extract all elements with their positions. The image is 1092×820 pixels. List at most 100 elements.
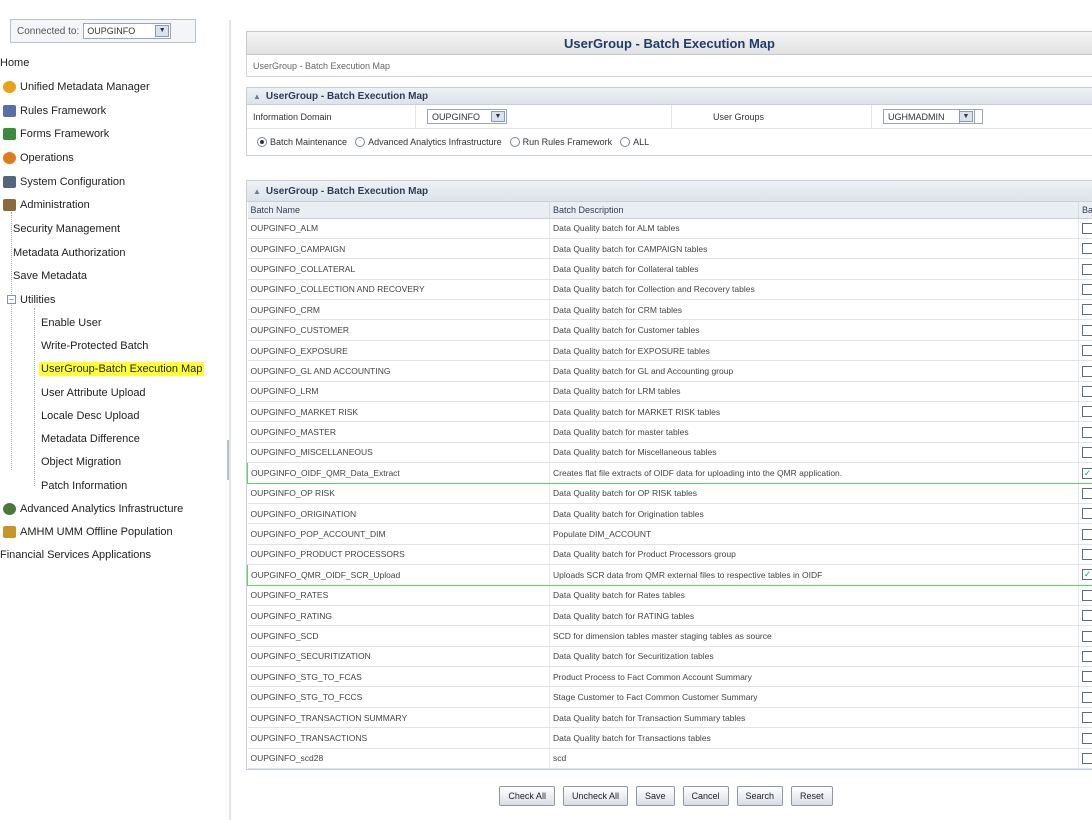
checkbox[interactable] [1082, 447, 1092, 459]
checkbox[interactable] [1082, 283, 1092, 295]
user-groups-dropdown[interactable]: ▼ [959, 109, 975, 124]
sidebar-item-patch-information[interactable]: Patch Information [41, 474, 269, 497]
sidebar-item-utilities[interactable]: − Utilities [7, 288, 235, 311]
column-header-bat[interactable]: Bat [1078, 202, 1092, 219]
table-row[interactable]: OUPGINFO_STG_TO_FCAS Product Process to F… [247, 666, 1092, 688]
checkbox[interactable] [1082, 222, 1092, 234]
sidebar-item-user-attribute-upload[interactable]: User Attribute Upload [41, 381, 269, 404]
table-row[interactable]: OUPGINFO_PRODUCT PROCESSORS Data Quality … [247, 544, 1092, 566]
table-row[interactable]: OUPGINFO_CUSTOMER Data Quality batch for … [247, 319, 1092, 341]
sidebar-item-forms-framework[interactable]: Forms Framework [3, 122, 231, 145]
table-row[interactable]: OUPGINFO_OP RISK Data Quality batch for O… [247, 483, 1092, 504]
sidebar-item-metadata-authorization[interactable]: Metadata Authorization [13, 241, 241, 264]
check-all-button[interactable]: Check All [499, 786, 555, 806]
cancel-button[interactable]: Cancel [682, 786, 729, 806]
table-row[interactable]: OUPGINFO_STG_TO_FCCS Stage Customer to Fa… [247, 686, 1092, 708]
sidebar-item-rules-framework[interactable]: Rules Framework [3, 99, 231, 122]
checkbox[interactable] [1082, 752, 1092, 764]
sidebar-item-operations[interactable]: Operations [3, 146, 231, 169]
checkbox[interactable] [1082, 630, 1092, 642]
globe-icon [3, 80, 16, 93]
table-row[interactable]: OUPGINFO_COLLATERAL Data Quality batch fo… [247, 258, 1092, 280]
column-header-batch-name[interactable]: Batch Name [247, 202, 550, 219]
table-row[interactable]: OUPGINFO_EXPOSURE Data Quality batch for … [247, 340, 1092, 362]
checkbox[interactable] [1082, 263, 1092, 275]
sidebar-item-metadata-difference[interactable]: Metadata Difference [41, 427, 269, 450]
checkbox[interactable] [1082, 324, 1092, 336]
checkbox[interactable] [1082, 365, 1092, 377]
save-button[interactable]: Save [635, 786, 675, 806]
table-row[interactable]: OUPGINFO_RATES Data Quality batch for Rat… [247, 585, 1092, 606]
radio-run-rules-framework[interactable]: Run Rules Framework [509, 137, 612, 147]
table-row[interactable]: OUPGINFO_TRANSACTIONS Data Quality batch … [247, 727, 1092, 749]
table-row[interactable]: OUPGINFO_GL AND ACCOUNTING Data Quality b… [247, 360, 1092, 382]
table-row[interactable]: OUPGINFO_TRANSACTION SUMMARY Data Quality… [247, 707, 1092, 729]
checkbox[interactable] [1082, 732, 1092, 744]
sidebar-item-amhm-umm-offline-population[interactable]: AMHM UMM Offline Population [3, 520, 231, 543]
table-row[interactable]: OUPGINFO_MISCELLANEOUS Data Quality batch… [247, 442, 1092, 464]
collapse-icon[interactable]: − [7, 295, 16, 304]
radio-all[interactable]: ALL [620, 137, 649, 147]
sidebar-item-system-configuration[interactable]: System Configuration [3, 170, 231, 193]
checkbox[interactable] [1082, 426, 1092, 438]
sidebar-item-write-protected-batch[interactable]: Write-Protected Batch [41, 334, 269, 357]
table-row[interactable]: OUPGINFO_ALM Data Quality batch for ALM t… [247, 218, 1092, 239]
sidebar-item-unified-metadata-manager[interactable]: Unified Metadata Manager [3, 75, 231, 98]
sidebar-item-usergroup-batch-execution-map[interactable]: UserGroup-Batch Execution Map [39, 357, 267, 380]
sidebar-item-locale-desc-upload[interactable]: Locale Desc Upload [41, 404, 269, 427]
collapse-icon[interactable]: ▲ [253, 187, 261, 196]
table-row[interactable]: OUPGINFO_POP_ACCOUNT_DIM Populate DIM_ACC… [247, 523, 1092, 545]
checkbox[interactable] [1082, 671, 1092, 683]
sidebar-item-security-management[interactable]: Security Management [13, 217, 241, 240]
checkbox[interactable] [1082, 243, 1092, 255]
reset-button[interactable]: Reset [791, 786, 833, 806]
table-row[interactable]: OUPGINFO_OIDF_QMR_Data_Extract Creates fl… [247, 462, 1092, 484]
sidebar-item-enable-user[interactable]: Enable User [41, 311, 269, 334]
table-row[interactable]: OUPGINFO_scd28 scd [247, 748, 1092, 770]
sidebar-item-object-migration[interactable]: Object Migration [41, 450, 269, 473]
checkbox[interactable] [1082, 651, 1092, 663]
collapse-icon[interactable]: ▲ [253, 92, 261, 101]
sidebar-item-advanced-analytics-infrastructure[interactable]: Advanced Analytics Infrastructure [3, 497, 231, 520]
column-header-batch-description[interactable]: Batch Description [549, 202, 1079, 219]
uncheck-all-button[interactable]: Uncheck All [562, 786, 628, 806]
resize-handle[interactable] [227, 440, 229, 480]
table-row[interactable]: OUPGINFO_QMR_OIDF_SCR_Upload Uploads SCR … [247, 564, 1092, 586]
checkbox[interactable] [1082, 528, 1092, 540]
table-row[interactable]: OUPGINFO_LRM Data Quality batch for LRM t… [247, 381, 1092, 403]
checkbox[interactable] [1082, 385, 1092, 397]
connected-to-select[interactable]: OUPGINFO ▼ [83, 23, 172, 39]
checkbox-checked[interactable]: ✓ [1082, 569, 1092, 581]
checkbox[interactable] [1082, 487, 1092, 499]
sidebar-item-financial-services-applications[interactable]: Financial Services Applications [0, 543, 228, 566]
search-button[interactable]: Search [736, 786, 784, 806]
table-row[interactable]: OUPGINFO_COLLECTION AND RECOVERY Data Qua… [247, 279, 1092, 301]
table-row[interactable]: OUPGINFO_RATING Data Quality batch for RA… [247, 605, 1092, 627]
sidebar-item-home[interactable]: Home [0, 51, 228, 74]
checkbox[interactable] [1082, 508, 1092, 520]
table-row[interactable]: OUPGINFO_CAMPAIGN Data Quality batch for … [247, 238, 1092, 260]
table-row[interactable]: OUPGINFO_ORIGINATION Data Quality batch f… [247, 503, 1092, 525]
radio-advanced-analytics-infrastructure[interactable]: Advanced Analytics Infrastructure [355, 137, 502, 147]
checkbox[interactable] [1082, 345, 1092, 357]
checkbox[interactable] [1082, 589, 1092, 601]
checkbox[interactable] [1082, 549, 1092, 561]
checkbox[interactable] [1082, 712, 1092, 724]
table-row[interactable]: OUPGINFO_MASTER Data Quality batch for ma… [247, 421, 1092, 443]
checkbox[interactable] [1082, 406, 1092, 418]
sidebar-item-administration[interactable]: Administration [3, 193, 231, 216]
radio-batch-maintenance[interactable]: Batch Maintenance [257, 137, 347, 147]
checkbox-checked[interactable]: ✓ [1082, 467, 1092, 479]
grid-section-header[interactable]: ▲ UserGroup - Batch Execution Map [247, 181, 1092, 202]
checkbox[interactable] [1082, 304, 1092, 316]
table-row[interactable]: OUPGINFO_MARKET RISK Data Quality batch f… [247, 401, 1092, 423]
filter-section-header[interactable]: ▲ UserGroup - Batch Execution Map [247, 88, 1092, 105]
information-domain-select[interactable]: OUPGINFO ▼ [427, 109, 507, 124]
main-content: UserGroup - Batch Execution Map UserGrou… [240, 0, 1092, 820]
checkbox[interactable] [1082, 610, 1092, 622]
table-row[interactable]: OUPGINFO_SECURITIZATION Data Quality batc… [247, 646, 1092, 668]
checkbox[interactable] [1082, 691, 1092, 703]
table-row[interactable]: OUPGINFO_SCD SCD for dimension tables mas… [247, 625, 1092, 647]
table-row[interactable]: OUPGINFO_CRM Data Quality batch for CRM t… [247, 299, 1092, 321]
sidebar-item-save-metadata[interactable]: Save Metadata [13, 264, 241, 287]
